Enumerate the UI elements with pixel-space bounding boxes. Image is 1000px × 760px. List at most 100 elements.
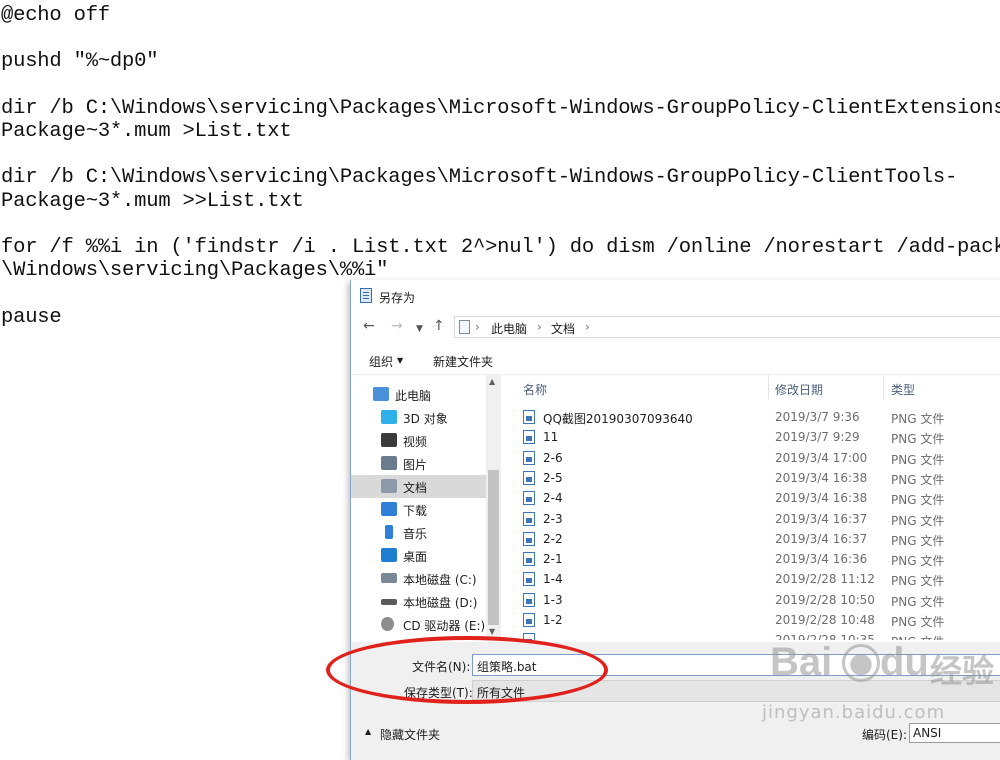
- file-row[interactable]: 1-3 2019/2/28 10:50 PNG 文件: [513, 590, 1000, 610]
- file-date: 2019/2/28 10:50: [775, 592, 875, 607]
- file-date: 2019/3/4 16:37: [775, 511, 868, 526]
- nav-label: 音乐: [403, 527, 428, 541]
- breadcrumb-documents[interactable]: 文档: [551, 320, 575, 337]
- organize-button[interactable]: 组织: [369, 353, 393, 370]
- file-row[interactable]: 2-4 2019/3/4 16:38 PNG 文件: [513, 488, 1000, 508]
- new-folder-button[interactable]: 新建文件夹: [433, 353, 493, 370]
- file-name: 2-5: [543, 470, 563, 485]
- dialog-titlebar[interactable]: 另存为: [351, 280, 1000, 312]
- forward-arrow-icon[interactable]: →: [391, 319, 403, 333]
- nav-item-disk-d[interactable]: 本地磁盘 (D:): [351, 590, 486, 613]
- png-file-icon: [523, 491, 535, 506]
- nav-item-disk-c[interactable]: 本地磁盘 (C:): [351, 567, 486, 590]
- dialog-title: 另存为: [379, 291, 416, 305]
- file-row[interactable]: 2-1 2019/3/4 16:36 PNG 文件: [513, 549, 1000, 569]
- dialog-toolbar: 组织 ▼ 新建文件夹: [351, 344, 1000, 375]
- scroll-down-icon[interactable]: ▼: [489, 627, 495, 636]
- file-name: 2-2: [543, 531, 563, 546]
- png-file-icon: [523, 450, 535, 465]
- baidu-jingyan-watermark: Bai ● du 经验 jingyan.baidu.com: [762, 640, 1000, 752]
- png-file-icon: [523, 592, 535, 607]
- red-ellipse-annotation: [326, 636, 608, 704]
- nav-item-downloads[interactable]: 下载: [351, 498, 486, 521]
- file-date: 2019/3/7 9:36: [775, 410, 860, 424]
- png-file-icon: [523, 511, 535, 526]
- nav-label: 下载: [403, 504, 428, 518]
- recent-chevron-down-icon[interactable]: ▼: [416, 322, 423, 336]
- png-file-icon: [523, 470, 535, 485]
- back-arrow-icon[interactable]: ←: [363, 319, 375, 333]
- nav-item-pictures[interactable]: 图片: [351, 452, 486, 475]
- file-date: 2019/2/28 11:12: [775, 572, 875, 587]
- nav-item-music[interactable]: 音乐: [351, 521, 486, 544]
- nav-item-this-pc[interactable]: 此电脑: [351, 383, 486, 406]
- column-header-type[interactable]: 类型: [891, 381, 915, 398]
- computer-icon: [373, 387, 389, 401]
- code-line: @echo off: [1, 4, 110, 27]
- organize-dropdown-icon[interactable]: ▼: [397, 356, 403, 365]
- code-line: dir /b C:\Windows\servicing\Packages\Mic…: [1, 166, 958, 189]
- nav-pane-scrollbar[interactable]: ▲ ▼: [486, 375, 501, 640]
- file-type: PNG 文件: [891, 493, 945, 508]
- png-file-icon: [523, 430, 535, 445]
- file-date: 2019/3/4 16:38: [775, 491, 868, 506]
- column-divider[interactable]: [768, 375, 769, 399]
- file-date: 2019/3/4 16:38: [775, 470, 868, 485]
- watermark-cn: 经验: [930, 652, 995, 690]
- file-type: PNG 文件: [891, 633, 944, 640]
- file-row[interactable]: 2-3 2019/3/4 16:37 PNG 文件: [513, 509, 1000, 529]
- watermark-brand-suffix: du: [880, 640, 929, 684]
- hide-folders-chevron-icon[interactable]: ▲: [365, 727, 371, 736]
- file-row[interactable]: 11 2019/3/7 9:29 PNG 文件: [513, 427, 1000, 447]
- file-row[interactable]: 2019/2/28 10:35 PNG 文件: [513, 630, 1000, 640]
- file-type: PNG 文件: [891, 594, 945, 609]
- disk-c-icon: [381, 573, 397, 583]
- breadcrumb-this-pc[interactable]: 此电脑: [491, 320, 527, 337]
- column-divider[interactable]: [883, 375, 884, 399]
- paw-logo-icon: ●: [842, 644, 880, 682]
- column-header-name[interactable]: 名称: [523, 381, 547, 398]
- nav-item-videos[interactable]: 视频: [351, 429, 486, 452]
- documents-location-icon: [459, 320, 470, 334]
- breadcrumb-separator: ›: [537, 320, 542, 334]
- file-name: QQ截图20190307093640: [543, 412, 693, 426]
- nav-item-documents[interactable]: 文档: [351, 475, 486, 498]
- file-date: 2019/2/28 10:48: [775, 613, 875, 627]
- nav-label: 桌面: [403, 550, 428, 564]
- file-type: PNG 文件: [891, 615, 945, 629]
- scroll-thumb[interactable]: [488, 470, 499, 625]
- file-row[interactable]: 1-4 2019/2/28 11:12 PNG 文件: [513, 569, 1000, 589]
- nav-label: 此电脑: [395, 389, 432, 403]
- file-name: 2-6: [543, 450, 563, 465]
- file-type: PNG 文件: [891, 574, 945, 589]
- download-icon: [381, 502, 397, 516]
- file-row[interactable]: 2-2 2019/3/4 16:37 PNG 文件: [513, 529, 1000, 549]
- disk-d-icon: [381, 599, 397, 605]
- scroll-up-icon[interactable]: ▲: [489, 377, 495, 386]
- hide-folders-toggle[interactable]: 隐藏文件夹: [380, 726, 440, 743]
- file-row[interactable]: 1-2 2019/2/28 10:48 PNG 文件: [513, 610, 1000, 630]
- code-line: pause: [1, 306, 62, 329]
- nav-label: 本地磁盘 (D:): [403, 596, 478, 610]
- file-type: PNG 文件: [891, 513, 945, 528]
- code-line: pushd "%~dp0": [1, 50, 159, 73]
- file-row[interactable]: 2-5 2019/3/4 16:38 PNG 文件: [513, 468, 1000, 488]
- png-file-icon: [523, 410, 535, 424]
- pictures-icon: [381, 456, 397, 470]
- nav-item-3d-objects[interactable]: 3D 对象: [351, 406, 486, 429]
- code-line: Package~3*.mum >List.txt: [1, 120, 292, 143]
- nav-item-cd-drive[interactable]: CD 驱动器 (E:): [351, 613, 486, 636]
- file-name: 11: [543, 430, 559, 445]
- nav-item-desktop[interactable]: 桌面: [351, 544, 486, 567]
- nav-label: 本地磁盘 (C:): [403, 573, 477, 587]
- file-name: 1-3: [543, 592, 563, 607]
- column-header-date[interactable]: 修改日期: [775, 381, 823, 398]
- watermark-brand: Bai: [770, 640, 833, 684]
- up-arrow-icon[interactable]: ↑: [433, 319, 445, 333]
- music-icon: [385, 525, 393, 539]
- file-row[interactable]: QQ截图20190307093640 2019/3/7 9:36 PNG 文件: [513, 407, 1000, 427]
- file-name: 2-4: [543, 491, 563, 506]
- address-bar[interactable]: › 此电脑 › 文档 ›: [454, 316, 1000, 338]
- file-row[interactable]: 2-6 2019/3/4 17:00 PNG 文件: [513, 448, 1000, 468]
- file-name: 1-2: [543, 613, 563, 627]
